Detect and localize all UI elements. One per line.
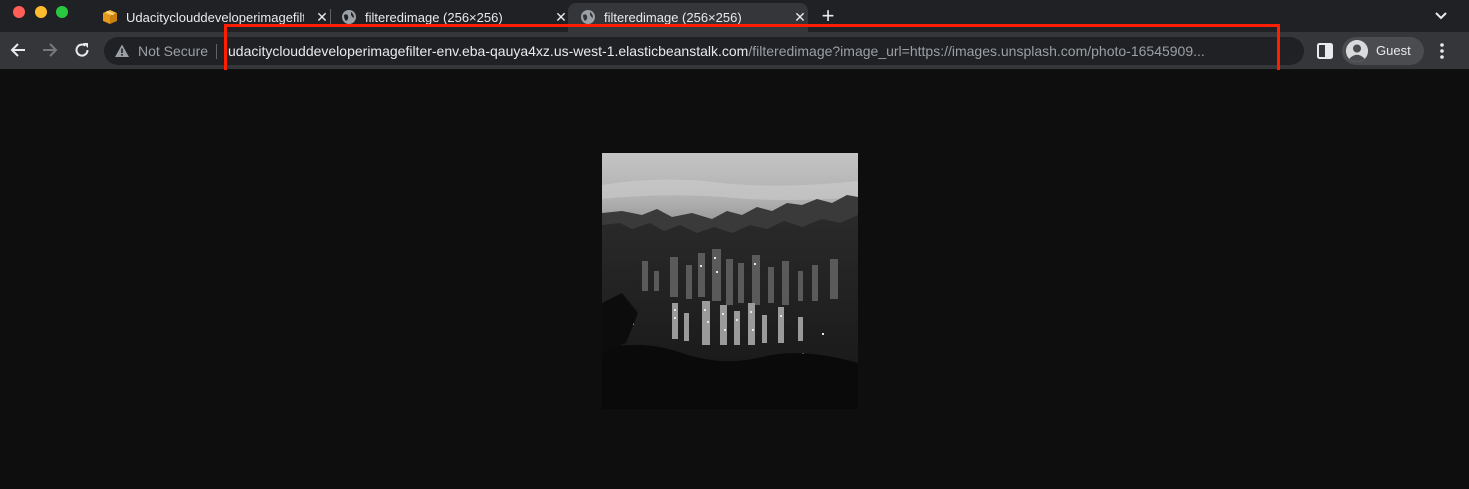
profile-button[interactable]: Guest [1342, 37, 1424, 65]
back-arrow-icon[interactable] [8, 40, 28, 60]
tab-filteredimage-1[interactable]: filteredimage (256×256) ✕ [329, 3, 569, 32]
url-text[interactable]: udacityclouddeveloperimagefilter-env.eba… [228, 43, 1278, 61]
reload-icon[interactable] [72, 40, 92, 60]
omnibox-divider [216, 44, 217, 59]
tab-close-icon[interactable]: ✕ [553, 9, 569, 25]
tab-title: Udacityclouddeveloperimagefilter-env [126, 10, 304, 25]
side-panel-icon[interactable] [1316, 42, 1334, 60]
aws-box-icon [102, 9, 118, 25]
tab-strip: Udacityclouddeveloperimagefilter-env ✕ f… [0, 0, 1469, 32]
new-tab-button[interactable]: + [818, 5, 838, 27]
url-host: udacityclouddeveloperimagefilter-env.eba… [228, 43, 749, 59]
filtered-image[interactable] [602, 153, 858, 409]
tab-udacity[interactable]: Udacityclouddeveloperimagefilter-env ✕ [90, 3, 330, 32]
forward-arrow-icon[interactable] [40, 40, 60, 60]
browser-toolbar: Not Secure udacityclouddeveloperimagefil… [0, 32, 1469, 70]
guest-avatar-icon [1346, 40, 1368, 62]
security-status-label[interactable]: Not Secure [138, 43, 208, 60]
tab-title: filteredimage (256×256) [365, 10, 503, 25]
tab-close-icon[interactable]: ✕ [792, 9, 808, 25]
kebab-menu-icon[interactable] [1434, 42, 1450, 60]
url-path: /filteredimage?image_url=https://images.… [748, 43, 1205, 59]
globe-icon [580, 9, 596, 25]
tab-title: filteredimage (256×256) [604, 10, 742, 25]
warning-triangle-icon[interactable] [114, 43, 130, 59]
profile-label: Guest [1376, 43, 1411, 58]
window-close-button[interactable] [13, 6, 25, 18]
page-viewport [0, 70, 1469, 489]
address-bar[interactable]: Not Secure udacityclouddeveloperimagefil… [104, 37, 1304, 65]
globe-icon [341, 9, 357, 25]
tab-filteredimage-2[interactable]: filteredimage (256×256) ✕ [568, 3, 808, 32]
tab-search-chevron-icon[interactable] [1432, 7, 1450, 25]
window-zoom-button[interactable] [56, 6, 68, 18]
tab-close-icon[interactable]: ✕ [314, 9, 330, 25]
window-minimize-button[interactable] [35, 6, 47, 18]
